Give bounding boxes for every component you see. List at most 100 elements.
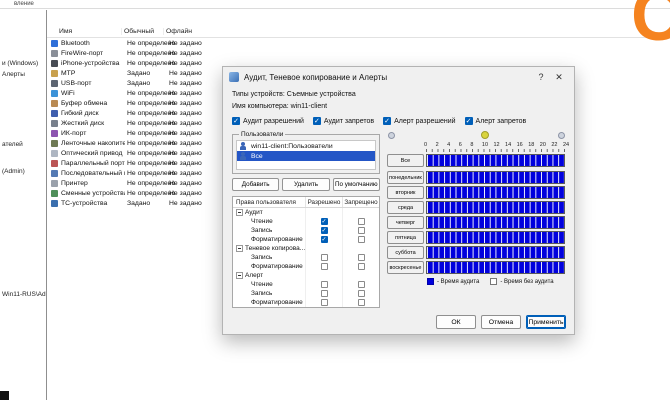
close-icon[interactable]: ✕ <box>550 72 568 83</box>
device-icon <box>51 179 58 187</box>
add-user-button[interactable]: Добавить <box>232 178 280 191</box>
right-row: Аудит <box>233 208 379 217</box>
device-normal-value: Не определено <box>127 99 176 107</box>
denied-checkbox[interactable] <box>357 236 365 243</box>
device-icon <box>51 59 58 67</box>
checkbox-icon[interactable] <box>232 117 240 126</box>
checkbox-icon[interactable] <box>464 117 473 126</box>
checkbox-label: Алерт разрешений <box>394 117 456 125</box>
user-item[interactable]: win11-client:Пользователи <box>237 141 375 151</box>
ok-button[interactable]: ОК <box>436 315 476 329</box>
right-label: Теневое копирова... <box>245 245 305 252</box>
audit-option[interactable]: Аудит разрешений <box>232 117 304 126</box>
day-button[interactable]: понедельник <box>387 171 424 184</box>
device-offline-value: Не задано <box>169 179 202 187</box>
day-button[interactable]: пятница <box>387 231 424 244</box>
remove-user-button[interactable]: Удалить <box>282 178 330 191</box>
allowed-checkbox[interactable] <box>320 218 328 226</box>
denied-checkbox[interactable] <box>357 281 365 288</box>
apply-button[interactable]: Применить <box>526 315 566 329</box>
day-button[interactable]: суббота <box>387 246 424 259</box>
column-header-normal[interactable]: Обычный <box>121 28 163 35</box>
tree-item[interactable]: и (Windows) <box>2 60 38 67</box>
default-button[interactable]: По умолчанию <box>332 178 380 191</box>
rights-column-label[interactable]: Права пользователя <box>233 197 305 207</box>
expander-icon[interactable] <box>236 272 243 279</box>
denied-checkbox[interactable] <box>357 227 365 234</box>
expander-icon[interactable] <box>236 245 243 252</box>
device-offline-value: Не задано <box>169 139 202 147</box>
device-normal-value: Задано <box>127 79 151 87</box>
checkbox-icon[interactable] <box>383 117 392 126</box>
device-offline-value: Не задано <box>169 69 202 77</box>
device-icon <box>51 49 58 57</box>
denied-checkbox[interactable] <box>357 263 365 270</box>
audit-option[interactable]: Аудит запретов <box>312 117 375 126</box>
schedule-grid-bar[interactable] <box>426 201 565 214</box>
schedule-grid-bar[interactable] <box>426 186 565 199</box>
device-offline-value: Не задано <box>169 49 202 57</box>
cancel-button[interactable]: Отмена <box>481 315 521 329</box>
device-name: Сменные устройства <box>61 189 125 197</box>
allowed-checkbox[interactable] <box>320 227 328 235</box>
device-row[interactable]: FireWire-порт Не определено Не задано <box>47 48 670 58</box>
column-header-name[interactable]: Имя <box>47 28 121 35</box>
day-button[interactable]: четверг <box>387 216 424 229</box>
checkbox-icon[interactable] <box>312 117 321 126</box>
dialog-body: Типы устройств: Съемные устройства Имя к… <box>223 87 574 336</box>
device-offline-value: Не задано <box>169 79 202 87</box>
dialog-titlebar[interactable]: Аудит, Теневое копирование и Алерты ? ✕ <box>223 67 574 87</box>
schedule-grid-bar[interactable] <box>426 171 565 184</box>
device-normal-value: Не определено <box>127 159 176 167</box>
schedule-grid-bar[interactable] <box>426 246 565 259</box>
schedule-grid-bar[interactable] <box>426 154 565 167</box>
user-item[interactable]: Все <box>237 151 375 161</box>
tree-panel: и (Windows) Алерты ателей (Admin) Win11-… <box>0 10 46 400</box>
denied-checkbox[interactable] <box>357 254 365 261</box>
right-row: Запись <box>233 253 379 262</box>
denied-checkbox[interactable] <box>357 290 365 297</box>
rights-column-allowed[interactable]: Разрешено <box>305 197 342 207</box>
menubar-fragment[interactable]: вление <box>14 1 34 7</box>
allowed-checkbox[interactable] <box>320 299 328 306</box>
allowed-checkbox[interactable] <box>320 263 328 270</box>
allowed-checkbox[interactable] <box>320 281 328 288</box>
device-icon <box>51 109 58 117</box>
users-list[interactable]: win11-client:Пользователи Все <box>236 140 376 170</box>
user-rights-table: Права пользователя Разрешено Запрещено А… <box>232 196 380 308</box>
allowed-checkbox[interactable] <box>320 254 328 261</box>
day-button[interactable]: среда <box>387 201 424 214</box>
menubar: вление <box>0 0 670 9</box>
desktop: вление и (Windows) Алерты ателей (Admin)… <box>0 0 670 400</box>
schedule-grid-bar[interactable] <box>426 216 565 229</box>
allowed-checkbox[interactable] <box>320 290 328 297</box>
device-normal-value: Не определено <box>127 129 176 137</box>
expander-icon[interactable] <box>236 209 243 216</box>
device-icon <box>51 99 58 107</box>
rights-column-denied[interactable]: Запрещено <box>342 197 379 207</box>
denied-checkbox[interactable] <box>357 218 365 225</box>
day-button[interactable]: вторник <box>387 186 424 199</box>
audit-option[interactable]: Алерт запретов <box>464 117 526 126</box>
day-button[interactable]: Все <box>387 154 424 167</box>
denied-checkbox[interactable] <box>357 299 365 306</box>
schedule-row: вторник <box>387 186 565 199</box>
tree-item[interactable]: Алерты <box>2 71 25 78</box>
audit-option[interactable]: Алерт разрешений <box>383 117 456 126</box>
device-name: MTP <box>61 69 76 77</box>
checkbox-label: Аудит запретов <box>323 117 375 125</box>
allowed-checkbox[interactable] <box>320 236 328 244</box>
help-button[interactable]: ? <box>532 72 550 82</box>
tree-item[interactable]: (Admin) <box>2 168 25 175</box>
tree-item[interactable]: ателей <box>2 141 23 148</box>
schedule-row: воскресенье <box>387 261 565 274</box>
column-header-offline[interactable]: Офлайн <box>163 28 203 35</box>
schedule-row: понедельник <box>387 171 565 184</box>
tree-item[interactable]: Win11-RUS\Adm <box>2 291 46 298</box>
rights-rows: Аудит Чтение ✓ Запись ✓ Форматирование ✓… <box>233 208 379 307</box>
device-row[interactable]: Bluetooth Не определено Не задано <box>47 38 670 48</box>
audit-time-swatch <box>427 278 434 285</box>
schedule-grid-bar[interactable] <box>426 261 565 274</box>
schedule-grid-bar[interactable] <box>426 231 565 244</box>
day-button[interactable]: воскресенье <box>387 261 424 274</box>
